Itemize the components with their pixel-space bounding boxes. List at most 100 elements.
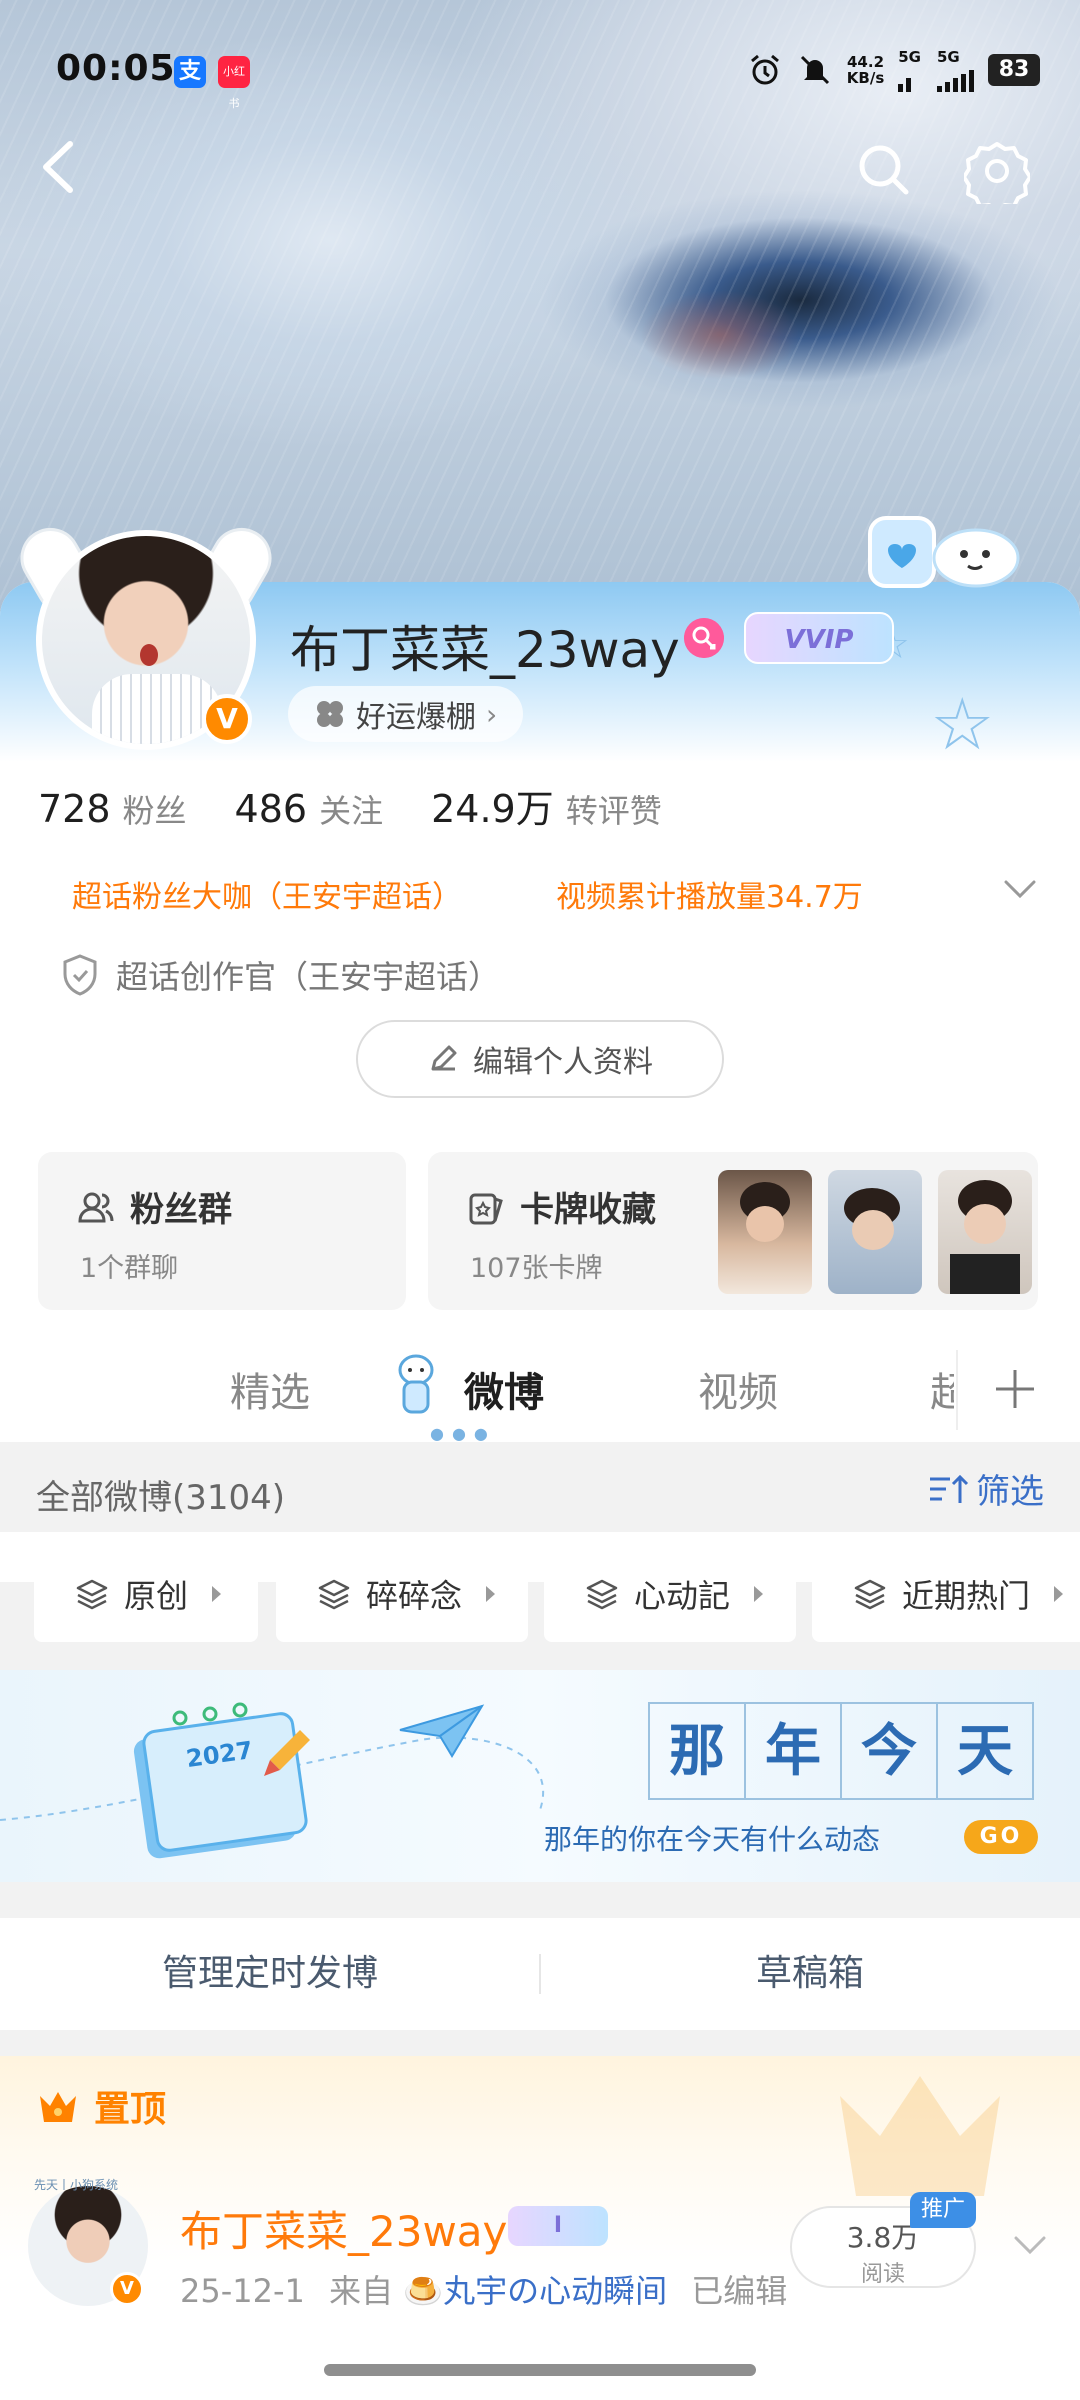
alipay-notification-icon: 支: [174, 56, 206, 88]
gear-icon[interactable]: [964, 138, 1030, 204]
rednote-notification-icon: 小红书: [218, 56, 250, 110]
tab-featured[interactable]: 精选: [230, 1360, 310, 1418]
status-pill[interactable]: 好运爆棚 ›: [288, 686, 524, 742]
post-vip-badge: I: [508, 2206, 608, 2246]
card-collection-icon: [469, 1193, 503, 1224]
post-management-bar: 管理定时发博 草稿箱: [0, 1918, 1080, 2030]
caret-right-icon: [754, 1586, 764, 1602]
feed-filter-header: 全部微博(3104) 筛选: [0, 1442, 1080, 1532]
crown-watermark: [840, 2076, 1000, 2196]
mute-icon: [800, 55, 829, 85]
card-thumbnail: [828, 1170, 922, 1294]
caret-right-icon: [1054, 1586, 1064, 1602]
plus-icon[interactable]: [990, 1364, 1040, 1414]
status-pill-label: 好运爆棚: [356, 700, 476, 735]
tab-video[interactable]: 视频: [698, 1360, 778, 1418]
vip-badge[interactable]: VVIP: [744, 612, 894, 664]
people-icon: [78, 1192, 114, 1222]
all-posts-count[interactable]: 全部微博(3104): [36, 1470, 285, 1519]
paper-plane-icon: [399, 1704, 485, 1758]
tab-divider: [956, 1350, 958, 1430]
edit-profile-label: 编辑个人资料: [473, 1045, 653, 1080]
fan-group-card[interactable]: 粉丝群 1个群聊: [38, 1152, 406, 1310]
chip-original[interactable]: 原创: [34, 1546, 258, 1642]
card-collection-title: 卡牌收藏: [520, 1190, 656, 1230]
chevron-down-icon[interactable]: [1000, 876, 1040, 902]
mascot-sticker: [868, 516, 1020, 588]
caret-right-icon: [212, 1586, 222, 1602]
post-date: 25-12-1: [180, 2272, 305, 2310]
alarm-icon: [750, 54, 779, 85]
stat-following[interactable]: 486 关注: [235, 786, 384, 832]
pencil-icon: [431, 1045, 457, 1071]
creator-title[interactable]: 超话创作官（王安宇超话）: [60, 952, 500, 998]
caret-right-icon: [486, 1586, 496, 1602]
card-thumbnail: [718, 1170, 812, 1294]
filter-label: 筛选: [976, 1472, 1044, 1512]
stat-followers[interactable]: 728 粉丝: [38, 786, 187, 832]
avatar-frame-text: 先天丨小狗系统: [34, 2178, 119, 2192]
verified-badge: V: [202, 694, 252, 744]
chevron-right-icon: ›: [486, 697, 498, 731]
battery-level: 83: [988, 54, 1040, 86]
card-collection-count: 107张卡牌: [470, 1253, 603, 1284]
status-time: 00:05: [56, 48, 176, 89]
star-decoration: ☆: [930, 682, 995, 766]
active-tab-indicator: ●●●: [430, 1424, 496, 1443]
drafts-button[interactable]: 草稿箱: [540, 1918, 1080, 2030]
profile-stats: 728 粉丝 486 关注 24.9万 转评赞: [38, 778, 710, 833]
shield-icon: [63, 954, 97, 996]
profile-page: 00:05 支 小红书 44.2KB/s 5G 5G 83 ☆ ☆: [0, 0, 1080, 2400]
verified-badge: V: [110, 2272, 144, 2306]
search-icon[interactable]: [854, 140, 914, 200]
supertopic-badge[interactable]: 超话粉丝大咖（王安宇超话）: [72, 872, 462, 916]
chip-mumbles[interactable]: 碎碎念: [276, 1546, 528, 1642]
profile-tabs: 精选 微博 ●●● 视频 超: [0, 1330, 1080, 1443]
home-indicator[interactable]: [324, 2364, 756, 2376]
memories-banner[interactable]: 2027 那 年 今 天 那年的你在今天有什么动态 GO: [0, 1670, 1080, 1882]
chip-heartbeat[interactable]: 心动記: [544, 1546, 796, 1642]
fan-group-title: 粉丝群: [130, 1190, 232, 1230]
cover-detail: [640, 290, 800, 380]
chip-trending[interactable]: 近期热门: [812, 1546, 1080, 1642]
post-source[interactable]: 🍮丸宇の心动瞬间: [403, 2272, 667, 2310]
post-edited-label: 已编辑: [691, 2272, 788, 2310]
edit-profile-button[interactable]: 编辑个人资料: [356, 1020, 724, 1098]
go-button[interactable]: GO: [964, 1820, 1038, 1854]
crown-icon: [40, 2092, 76, 2122]
sim2-signal: 5G: [937, 48, 974, 92]
tab-weibo[interactable]: 微博: [464, 1360, 544, 1418]
post-author-name[interactable]: 布丁菜菜_23way: [180, 2198, 507, 2259]
clover-icon: [317, 701, 343, 727]
profile-username: 布丁菜菜_23way: [290, 621, 680, 679]
card-collection-card[interactable]: 卡牌收藏 107张卡牌: [428, 1152, 1038, 1310]
pinned-post[interactable]: 置顶 先天丨小狗系统 V 布丁菜菜_23way I 25-12-1 来自 🍮丸宇…: [0, 2056, 1080, 2400]
profile-avatar[interactable]: V: [9, 517, 283, 750]
sort-filter-icon: [930, 1474, 969, 1503]
stat-interactions[interactable]: 24.9万 转评赞: [431, 778, 662, 833]
tab-supertopic[interactable]: 超: [930, 1360, 954, 1418]
banner-title: 那 年 今 天: [648, 1702, 1034, 1800]
mascot-icon: [398, 1354, 434, 1414]
post-source-prefix: 来自: [329, 2272, 394, 2310]
post-meta: 25-12-1 来自 🍮丸宇の心动瞬间 已编辑: [180, 2266, 787, 2312]
category-chips: 原创 碎碎念 心动記 近期热门: [0, 1546, 1080, 1642]
filter-button[interactable]: 筛选: [926, 1464, 1044, 1513]
promote-tag[interactable]: 推广: [910, 2192, 976, 2228]
creator-title-text: 超话创作官（王安宇超话）: [116, 958, 501, 996]
chevron-left-icon[interactable]: [30, 132, 86, 202]
layers-icon: [854, 1579, 886, 1610]
banner-subtitle: 那年的你在今天有什么动态: [544, 1823, 881, 1856]
chevron-down-icon[interactable]: [1010, 2232, 1050, 2258]
net-speed: 44.2 KB/s: [846, 53, 885, 87]
fan-group-count: 1个群聊: [80, 1253, 179, 1284]
status-indicators: 44.2 KB/s 5G 5G 83: [747, 48, 1040, 92]
layers-icon: [318, 1579, 350, 1610]
sim1-signal: 5G: [898, 48, 923, 92]
female-gender-icon: [684, 618, 724, 658]
card-thumbnail: [938, 1170, 1032, 1294]
video-views-badge[interactable]: 视频累计播放量34.7万: [556, 872, 863, 916]
scheduled-posts-button[interactable]: 管理定时发博: [0, 1918, 540, 2030]
calendar-icon: 2027: [133, 1702, 310, 1859]
pinned-label: 置顶: [94, 2089, 167, 2130]
